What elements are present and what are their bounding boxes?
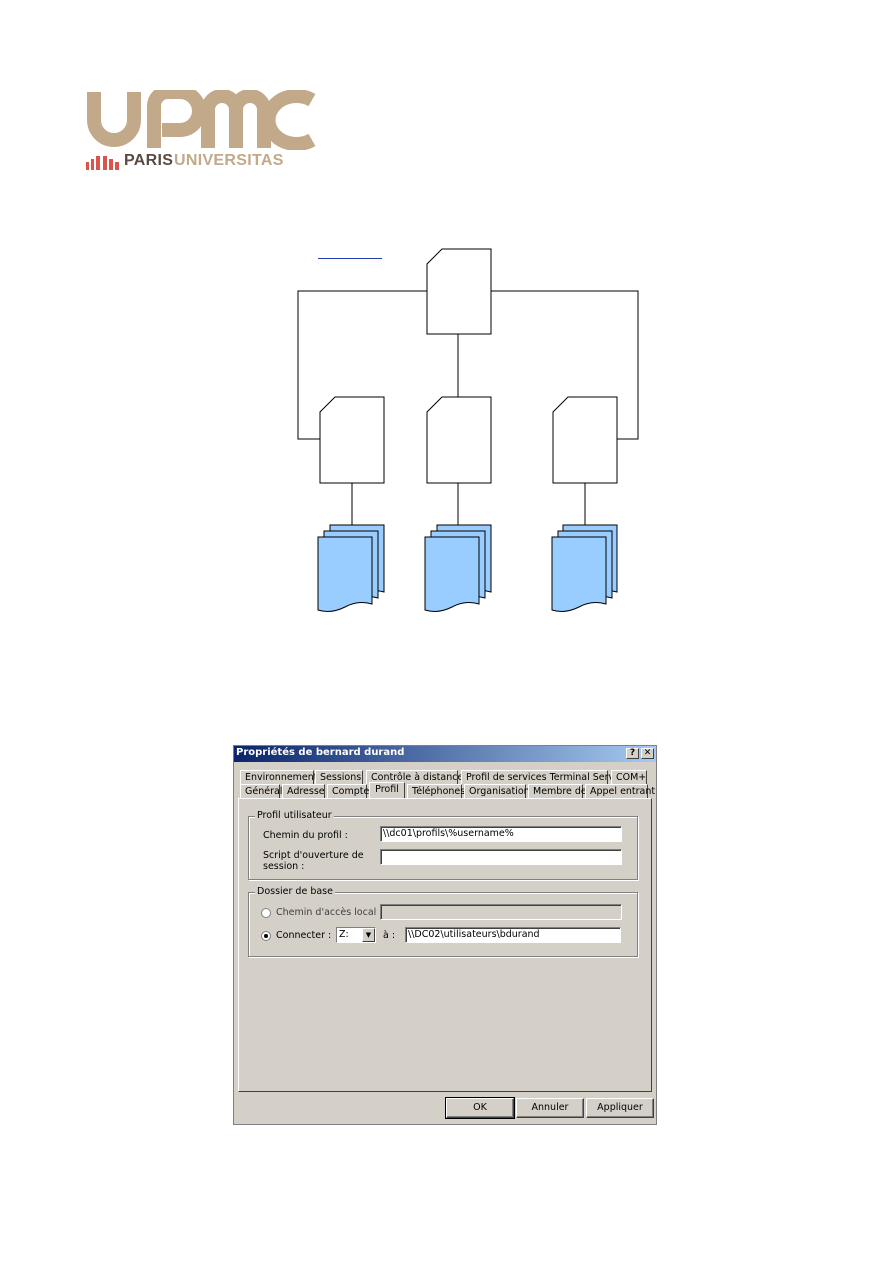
center-server-icon: [426, 396, 492, 484]
drive-value: Z:: [339, 929, 349, 940]
tab-profil[interactable]: Profil: [369, 782, 405, 798]
connect-radio[interactable]: [261, 931, 271, 941]
bars-icon: [86, 156, 119, 170]
profile-path-input[interactable]: \\dc01\profils\%username%: [380, 826, 622, 842]
tab-sessions[interactable]: Sessions: [315, 770, 363, 784]
tab-telephones[interactable]: Téléphones: [407, 784, 465, 798]
right-documents-icon: [551, 524, 618, 612]
tab-adresse[interactable]: Adresse: [282, 784, 325, 798]
tab-membre-de[interactable]: Membre de: [528, 784, 587, 798]
tab-organisation[interactable]: Organisation: [464, 784, 530, 798]
profile-path-label: Chemin du profil :: [263, 830, 348, 841]
tab-compte[interactable]: Compte: [327, 784, 369, 798]
left-server-icon: [319, 396, 385, 484]
logo-universitas: UNIVERSITAS: [174, 152, 284, 169]
logon-script-input[interactable]: [380, 849, 622, 865]
left-documents-icon: [317, 524, 385, 612]
local-path-radio[interactable]: [261, 908, 271, 918]
dialog-title: Propriétés de bernard durand: [236, 747, 405, 758]
to-label: à :: [383, 930, 396, 941]
center-documents-icon: [424, 524, 492, 612]
profile-group-legend: Profil utilisateur: [255, 810, 334, 821]
tab-panel-profil: Profil utilisateur Chemin du profil : \\…: [238, 798, 652, 1092]
home-folder-group: Dossier de base Chemin d'accès local : C…: [248, 886, 638, 957]
logo-paris: PARIS: [124, 152, 174, 169]
tab-com[interactable]: COM+: [611, 770, 647, 784]
drive-select[interactable]: Z: ▼: [336, 927, 376, 943]
help-button[interactable]: ?: [626, 748, 639, 759]
tab-terminal-server[interactable]: Profil de services Terminal Server: [461, 770, 624, 784]
script-label-line2: session :: [263, 861, 305, 872]
upmc-logo: PARIS UNIVERSITAS: [80, 85, 320, 180]
profile-group: Profil utilisateur Chemin du profil : \\…: [248, 810, 638, 880]
local-path-label: Chemin d'accès local :: [276, 907, 383, 918]
local-path-input[interactable]: [380, 904, 622, 920]
dialog-titlebar[interactable]: Propriétés de bernard durand ? ✕: [234, 746, 656, 762]
cancel-button[interactable]: Annuler: [516, 1098, 584, 1118]
top-server-icon: [426, 248, 492, 335]
close-button[interactable]: ✕: [641, 748, 654, 759]
apply-button[interactable]: Appliquer: [586, 1098, 654, 1118]
chevron-down-icon[interactable]: ▼: [362, 928, 375, 942]
right-server-icon: [552, 396, 618, 484]
ok-button[interactable]: OK: [445, 1097, 515, 1119]
server-diagram: [297, 248, 639, 612]
properties-dialog: Propriétés de bernard durand ? ✕ Environ…: [233, 745, 657, 1125]
home-group-legend: Dossier de base: [255, 886, 335, 897]
upmc-wordmark-icon: [87, 85, 316, 151]
tab-environnement[interactable]: Environnement: [240, 770, 318, 784]
tab-appel-entrant[interactable]: Appel entrant: [585, 784, 655, 798]
tab-general[interactable]: Général: [240, 784, 282, 798]
connect-label: Connecter :: [276, 930, 332, 941]
script-label-line1: Script d'ouverture de: [263, 850, 364, 861]
connect-path-input[interactable]: \\DC02\utilisateurs\bdurand: [405, 927, 621, 943]
